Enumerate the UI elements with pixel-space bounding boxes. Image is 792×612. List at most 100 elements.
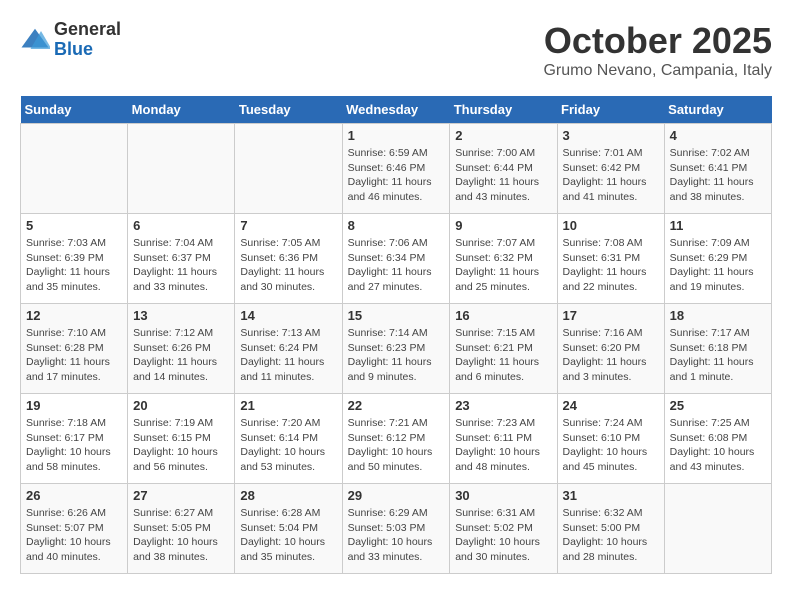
- weekday-header-friday: Friday: [557, 96, 664, 124]
- day-info: Sunrise: 7:06 AM Sunset: 6:34 PM Dayligh…: [348, 236, 445, 295]
- day-number: 27: [133, 488, 229, 503]
- calendar-cell: 5Sunrise: 7:03 AM Sunset: 6:39 PM Daylig…: [21, 214, 128, 304]
- logo-general: General: [54, 20, 121, 40]
- day-info: Sunrise: 7:12 AM Sunset: 6:26 PM Dayligh…: [133, 326, 229, 385]
- day-number: 21: [240, 398, 336, 413]
- day-info: Sunrise: 7:24 AM Sunset: 6:10 PM Dayligh…: [563, 416, 659, 475]
- day-number: 1: [348, 128, 445, 143]
- logo-blue: Blue: [54, 40, 121, 60]
- page-header: General Blue October 2025 Grumo Nevano, …: [20, 20, 772, 80]
- day-info: Sunrise: 7:07 AM Sunset: 6:32 PM Dayligh…: [455, 236, 551, 295]
- calendar-cell: [235, 124, 342, 214]
- day-number: 31: [563, 488, 659, 503]
- weekday-header-thursday: Thursday: [450, 96, 557, 124]
- title-block: October 2025 Grumo Nevano, Campania, Ita…: [543, 20, 772, 80]
- weekday-header-sunday: Sunday: [21, 96, 128, 124]
- day-number: 29: [348, 488, 445, 503]
- day-info: Sunrise: 7:05 AM Sunset: 6:36 PM Dayligh…: [240, 236, 336, 295]
- day-number: 10: [563, 218, 659, 233]
- day-number: 13: [133, 308, 229, 323]
- day-number: 24: [563, 398, 659, 413]
- day-number: 20: [133, 398, 229, 413]
- calendar-table: SundayMondayTuesdayWednesdayThursdayFrid…: [20, 96, 772, 574]
- day-info: Sunrise: 7:13 AM Sunset: 6:24 PM Dayligh…: [240, 326, 336, 385]
- day-number: 3: [563, 128, 659, 143]
- day-info: Sunrise: 6:32 AM Sunset: 5:00 PM Dayligh…: [563, 506, 659, 565]
- calendar-cell: 27Sunrise: 6:27 AM Sunset: 5:05 PM Dayli…: [128, 484, 235, 574]
- calendar-cell: 1 Sunrise: 6:59 AM Sunset: 6:46 PM Daylig…: [342, 124, 450, 214]
- calendar-cell: [128, 124, 235, 214]
- calendar-cell: 22 Sunrise: 7:21 AM Sunset: 6:12 PM Dayli…: [342, 394, 450, 484]
- day-number: 4: [670, 128, 766, 143]
- calendar-subtitle: Grumo Nevano, Campania, Italy: [543, 62, 772, 80]
- day-info: Sunrise: 6:31 AM Sunset: 5:02 PM Dayligh…: [455, 506, 551, 565]
- calendar-cell: 15 Sunrise: 7:14 AM Sunset: 6:23 PM Dayli…: [342, 304, 450, 394]
- day-info: Sunrise: 7:15 AM Sunset: 6:21 PM Dayligh…: [455, 326, 551, 385]
- day-info: Sunrise: 7:19 AM Sunset: 6:15 PM Dayligh…: [133, 416, 229, 475]
- day-info: Sunrise: 7:08 AM Sunset: 6:31 PM Dayligh…: [563, 236, 659, 295]
- calendar-cell: 9 Sunrise: 7:07 AM Sunset: 6:32 PM Daylig…: [450, 214, 557, 304]
- day-info: Sunrise: 6:59 AM Sunset: 6:46 PM Dayligh…: [348, 146, 445, 205]
- calendar-cell: 7 Sunrise: 7:05 AM Sunset: 6:36 PM Daylig…: [235, 214, 342, 304]
- day-number: 15: [348, 308, 445, 323]
- calendar-cell: 25Sunrise: 7:25 AM Sunset: 6:08 PM Dayli…: [664, 394, 771, 484]
- calendar-cell: 13 Sunrise: 7:12 AM Sunset: 6:26 PM Dayli…: [128, 304, 235, 394]
- logo: General Blue: [20, 20, 121, 60]
- day-number: 16: [455, 308, 551, 323]
- day-number: 7: [240, 218, 336, 233]
- day-number: 19: [26, 398, 122, 413]
- weekday-header-wednesday: Wednesday: [342, 96, 450, 124]
- calendar-cell: 19 Sunrise: 7:18 AM Sunset: 6:17 PM Dayli…: [21, 394, 128, 484]
- day-number: 28: [240, 488, 336, 503]
- calendar-cell: 3 Sunrise: 7:01 AM Sunset: 6:42 PM Daylig…: [557, 124, 664, 214]
- calendar-week-5: 26 Sunrise: 6:26 AM Sunset: 5:07 PM Dayli…: [21, 484, 772, 574]
- logo-icon: [20, 25, 50, 55]
- calendar-cell: 10 Sunrise: 7:08 AM Sunset: 6:31 PM Dayli…: [557, 214, 664, 304]
- weekday-header-saturday: Saturday: [664, 96, 771, 124]
- day-info: Sunrise: 7:00 AM Sunset: 6:44 PM Dayligh…: [455, 146, 551, 205]
- day-info: Sunrise: 7:25 AM Sunset: 6:08 PM Dayligh…: [670, 416, 766, 475]
- weekday-header-row: SundayMondayTuesdayWednesdayThursdayFrid…: [21, 96, 772, 124]
- calendar-week-3: 12Sunrise: 7:10 AM Sunset: 6:28 PM Dayli…: [21, 304, 772, 394]
- day-info: Sunrise: 7:04 AM Sunset: 6:37 PM Dayligh…: [133, 236, 229, 295]
- day-info: Sunrise: 7:10 AM Sunset: 6:28 PM Dayligh…: [26, 326, 122, 385]
- day-info: Sunrise: 7:02 AM Sunset: 6:41 PM Dayligh…: [670, 146, 766, 205]
- calendar-cell: [664, 484, 771, 574]
- calendar-cell: 8Sunrise: 7:06 AM Sunset: 6:34 PM Daylig…: [342, 214, 450, 304]
- weekday-header-tuesday: Tuesday: [235, 96, 342, 124]
- day-number: 22: [348, 398, 445, 413]
- calendar-cell: 18 Sunrise: 7:17 AM Sunset: 6:18 PM Dayli…: [664, 304, 771, 394]
- calendar-cell: 21Sunrise: 7:20 AM Sunset: 6:14 PM Dayli…: [235, 394, 342, 484]
- calendar-title: October 2025: [543, 20, 772, 62]
- calendar-cell: 17Sunrise: 7:16 AM Sunset: 6:20 PM Dayli…: [557, 304, 664, 394]
- calendar-cell: 20 Sunrise: 7:19 AM Sunset: 6:15 PM Dayli…: [128, 394, 235, 484]
- day-number: 18: [670, 308, 766, 323]
- calendar-cell: 11Sunrise: 7:09 AM Sunset: 6:29 PM Dayli…: [664, 214, 771, 304]
- calendar-cell: 23 Sunrise: 7:23 AM Sunset: 6:11 PM Dayli…: [450, 394, 557, 484]
- day-number: 9: [455, 218, 551, 233]
- logo-text: General Blue: [54, 20, 121, 60]
- day-info: Sunrise: 7:09 AM Sunset: 6:29 PM Dayligh…: [670, 236, 766, 295]
- day-info: Sunrise: 6:26 AM Sunset: 5:07 PM Dayligh…: [26, 506, 122, 565]
- day-number: 23: [455, 398, 551, 413]
- calendar-cell: 12Sunrise: 7:10 AM Sunset: 6:28 PM Dayli…: [21, 304, 128, 394]
- day-info: Sunrise: 7:23 AM Sunset: 6:11 PM Dayligh…: [455, 416, 551, 475]
- day-number: 30: [455, 488, 551, 503]
- calendar-cell: 28Sunrise: 6:28 AM Sunset: 5:04 PM Dayli…: [235, 484, 342, 574]
- day-number: 6: [133, 218, 229, 233]
- calendar-cell: 6 Sunrise: 7:04 AM Sunset: 6:37 PM Daylig…: [128, 214, 235, 304]
- day-info: Sunrise: 7:14 AM Sunset: 6:23 PM Dayligh…: [348, 326, 445, 385]
- calendar-cell: 31 Sunrise: 6:32 AM Sunset: 5:00 PM Dayli…: [557, 484, 664, 574]
- calendar-week-4: 19 Sunrise: 7:18 AM Sunset: 6:17 PM Dayli…: [21, 394, 772, 484]
- day-info: Sunrise: 7:17 AM Sunset: 6:18 PM Dayligh…: [670, 326, 766, 385]
- calendar-cell: 26 Sunrise: 6:26 AM Sunset: 5:07 PM Dayli…: [21, 484, 128, 574]
- calendar-cell: 2Sunrise: 7:00 AM Sunset: 6:44 PM Daylig…: [450, 124, 557, 214]
- calendar-week-1: 1 Sunrise: 6:59 AM Sunset: 6:46 PM Daylig…: [21, 124, 772, 214]
- day-info: Sunrise: 7:01 AM Sunset: 6:42 PM Dayligh…: [563, 146, 659, 205]
- day-info: Sunrise: 7:21 AM Sunset: 6:12 PM Dayligh…: [348, 416, 445, 475]
- calendar-cell: 24 Sunrise: 7:24 AM Sunset: 6:10 PM Dayli…: [557, 394, 664, 484]
- day-info: Sunrise: 7:18 AM Sunset: 6:17 PM Dayligh…: [26, 416, 122, 475]
- calendar-cell: 14Sunrise: 7:13 AM Sunset: 6:24 PM Dayli…: [235, 304, 342, 394]
- day-number: 26: [26, 488, 122, 503]
- calendar-cell: 30 Sunrise: 6:31 AM Sunset: 5:02 PM Dayli…: [450, 484, 557, 574]
